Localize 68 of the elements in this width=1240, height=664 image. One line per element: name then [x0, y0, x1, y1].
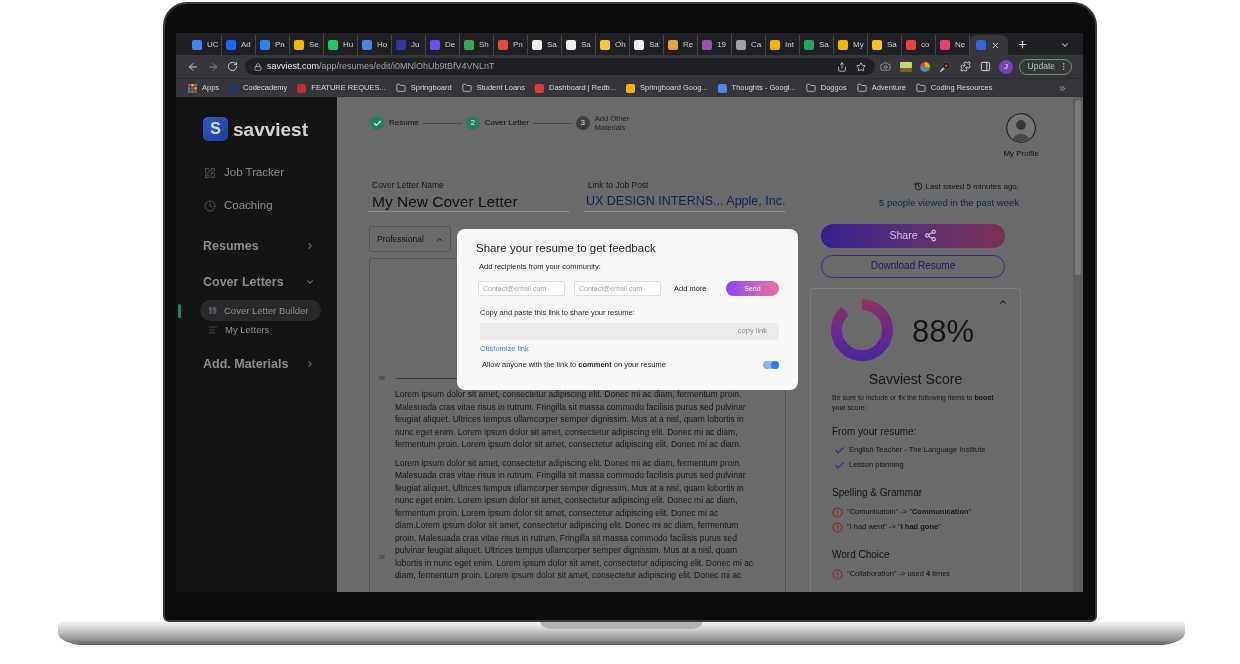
chevron-right-icon[interactable]	[305, 359, 315, 369]
reload-icon[interactable]	[227, 61, 238, 72]
style-select[interactable]: Professional	[369, 226, 451, 252]
text-field[interactable]: Cover Letter Name My New Cover Letter	[368, 180, 570, 212]
folder-icon	[805, 83, 816, 93]
profile-button[interactable]: J	[999, 59, 1013, 74]
quote-icon	[208, 306, 217, 315]
folder-icon	[461, 83, 472, 93]
side-panel-icon[interactable]	[980, 61, 991, 72]
apps-grid-icon	[188, 83, 197, 93]
step-label: Cover Letter	[484, 119, 529, 127]
field-label: Cover Letter Name	[372, 181, 445, 190]
score-title: Savviest Score	[868, 371, 963, 386]
bookmark-star-icon[interactable]	[856, 61, 866, 72]
section-heading: Word Choice	[832, 549, 891, 560]
nav-section[interactable]: Cover Letters	[203, 272, 315, 292]
section-heading: Spelling & Grammar	[832, 487, 924, 498]
step-label: Resume	[389, 119, 419, 127]
folder-icon	[395, 83, 406, 93]
alert-icon	[832, 568, 843, 580]
share-icon	[923, 229, 937, 242]
profile-link[interactable]: My Profile	[1003, 113, 1039, 158]
alert-icon	[832, 506, 843, 518]
nav-item[interactable]: Cover Letter Builder	[200, 300, 321, 321]
logo-mark: S	[203, 117, 228, 141]
share-icon[interactable]	[837, 61, 847, 72]
modal-title: Share your resume to get feedback	[476, 243, 657, 255]
back-icon[interactable]	[187, 60, 199, 73]
section-heading: From your resume:	[832, 426, 918, 437]
save-status: Last saved 5 minutes ago.	[925, 182, 1019, 191]
folder-icon	[856, 83, 867, 93]
comment-toggle[interactable]	[763, 361, 779, 369]
history-icon	[913, 182, 923, 191]
alert-icon	[832, 521, 843, 533]
image-tile-icon[interactable]	[900, 61, 912, 72]
address-bar[interactable]: savviest.com/app/resumes/edit/i0MNlOhUb9tBfV4VNLnT	[245, 58, 875, 75]
field-value: UX DESIGN INTERNS... Apple, Inc.	[586, 194, 786, 207]
share-button[interactable]: Share	[821, 223, 1005, 248]
nav-link[interactable]: Job Tracker	[204, 163, 317, 183]
check-icon	[834, 459, 845, 471]
tab-search-icon[interactable]	[1060, 40, 1070, 50]
clock-icon	[204, 200, 216, 212]
magnifier-icon[interactable]	[940, 61, 950, 72]
camera-icon[interactable]	[880, 61, 891, 72]
active-indicator	[178, 303, 181, 318]
new-tab-icon[interactable]	[1017, 39, 1028, 50]
logo-text: savviest	[233, 119, 308, 139]
nav-link[interactable]: Coaching	[204, 196, 317, 216]
folder-icon	[915, 83, 926, 93]
close-icon[interactable]	[991, 40, 1000, 50]
field-label: Link to Job Post	[588, 181, 650, 190]
nav-section[interactable]: Add. Materials	[203, 354, 315, 374]
field-value: My New Cover Letter	[372, 193, 519, 209]
dashboard-icon	[204, 167, 216, 179]
chevron-down-icon[interactable]	[305, 277, 315, 287]
avatar-icon[interactable]	[1006, 113, 1037, 143]
lock-icon	[254, 62, 262, 71]
url-text: savviest.com/app/resumes/edit/i0MNlOhUb9tBfV4VNLnT	[267, 62, 495, 71]
score-value: 88%	[912, 315, 975, 347]
chevron-right-icon[interactable]	[305, 241, 315, 251]
color-wheel-icon[interactable]	[920, 61, 930, 72]
puzzle-icon[interactable]	[960, 61, 971, 72]
check-icon	[834, 444, 845, 456]
more-icon[interactable]	[1059, 62, 1068, 71]
lines-icon	[208, 325, 218, 335]
more-bookmarks-icon[interactable]	[1058, 83, 1067, 93]
nav-section[interactable]: Resumes	[203, 236, 315, 256]
nav-item[interactable]: My Letters	[200, 322, 321, 338]
